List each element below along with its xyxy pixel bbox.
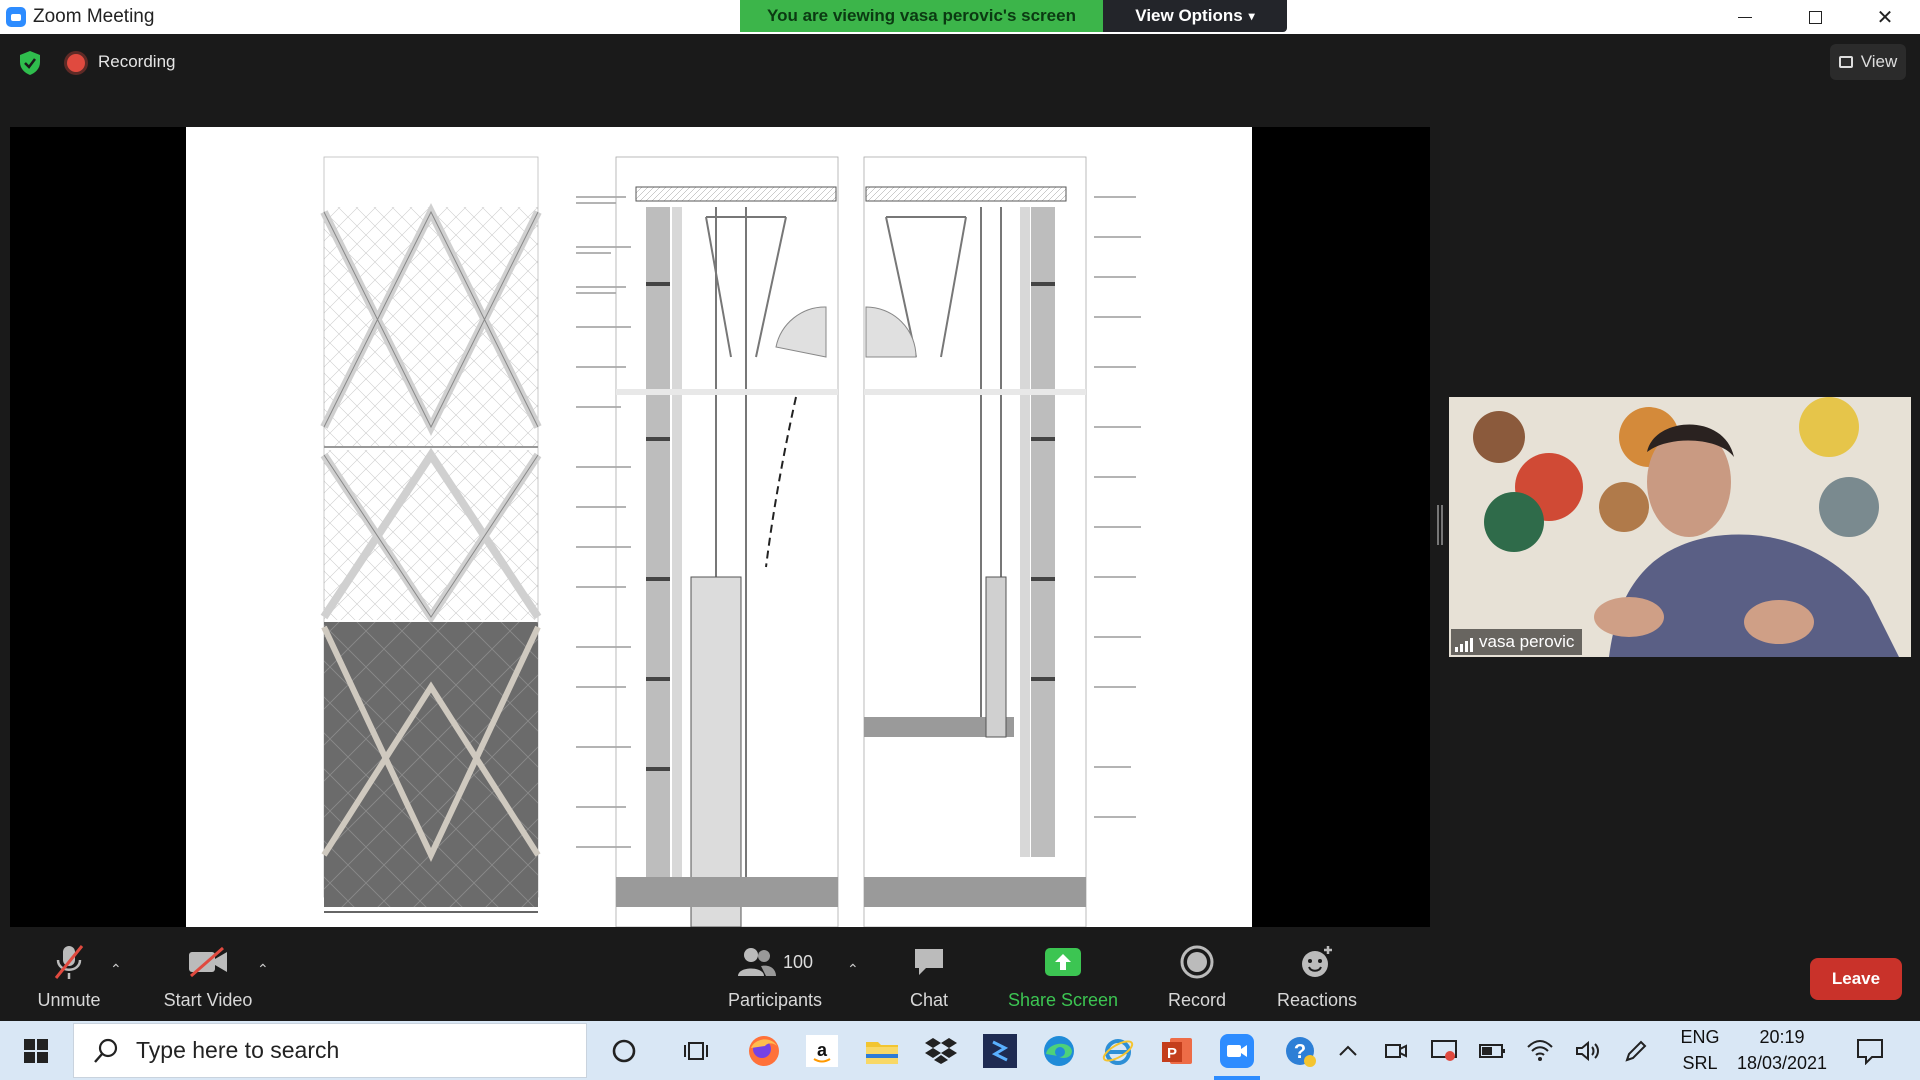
clock-date[interactable]: 18/03/2021 bbox=[1734, 1053, 1830, 1074]
keyboard-layout[interactable]: SRL bbox=[1678, 1053, 1722, 1074]
view-options-button[interactable]: View Options ▾ bbox=[1103, 0, 1287, 32]
unmute-label: Unmute bbox=[37, 990, 101, 1010]
clock-time[interactable]: 20:19 bbox=[1734, 1027, 1830, 1048]
participants-label: Participants bbox=[727, 990, 823, 1010]
share-screen-label: Share Screen bbox=[1007, 990, 1119, 1010]
view-options-label: View Options bbox=[1135, 6, 1243, 25]
cortana-icon[interactable] bbox=[604, 1031, 644, 1071]
minimize-icon bbox=[1738, 16, 1752, 18]
restore-icon bbox=[1808, 10, 1822, 24]
minimize-button[interactable] bbox=[1710, 0, 1780, 34]
grid-icon bbox=[1838, 56, 1853, 68]
task-view-icon[interactable] bbox=[676, 1031, 716, 1071]
app-icon[interactable] bbox=[980, 1031, 1020, 1071]
dropbox-icon[interactable] bbox=[921, 1031, 961, 1071]
meet-icon[interactable] bbox=[1376, 1031, 1416, 1071]
windows-start-icon[interactable] bbox=[14, 1035, 58, 1067]
participant-video[interactable]: vasa perovic bbox=[1449, 397, 1911, 657]
recording-icon bbox=[67, 54, 85, 72]
volume-icon[interactable] bbox=[1568, 1031, 1608, 1071]
window-title: Zoom Meeting bbox=[33, 6, 155, 27]
share-screen-button[interactable]: Share Screen bbox=[1005, 927, 1121, 1021]
chevron-down-icon: ▾ bbox=[1248, 9, 1255, 23]
svg-text:P: P bbox=[1167, 1045, 1177, 1062]
meeting-toolbar: Unmute ⌃ Start Video ⌃ 100 Participants … bbox=[0, 927, 1920, 1021]
windows-taskbar: Type here to search a P ? ENG SRL 20:19 … bbox=[0, 1021, 1920, 1080]
amazon-icon[interactable]: a bbox=[802, 1031, 842, 1071]
viewing-banner: You are viewing vasa perovic's screen bbox=[740, 0, 1103, 32]
window-controls: ✕ bbox=[1710, 0, 1920, 34]
view-label: View bbox=[1860, 52, 1898, 71]
firefox-icon[interactable] bbox=[744, 1031, 784, 1071]
record-button[interactable]: Record bbox=[1164, 927, 1230, 1021]
audio-options-caret[interactable]: ⌃ bbox=[110, 961, 122, 978]
shared-screen bbox=[10, 127, 1430, 927]
meeting-info-bar: Recording View bbox=[0, 34, 1920, 92]
internet-explorer-icon[interactable] bbox=[1098, 1031, 1138, 1071]
battery-icon[interactable] bbox=[1472, 1031, 1512, 1071]
reactions-icon bbox=[1295, 942, 1339, 982]
pen-icon[interactable] bbox=[1616, 1031, 1656, 1071]
search-icon bbox=[94, 1038, 118, 1063]
restore-button[interactable] bbox=[1780, 0, 1850, 34]
record-label: Record bbox=[1167, 990, 1227, 1010]
view-button[interactable]: View bbox=[1830, 44, 1906, 80]
reactions-label: Reactions bbox=[1276, 990, 1358, 1010]
chat-button[interactable]: Chat bbox=[899, 927, 959, 1021]
file-explorer-icon[interactable] bbox=[862, 1031, 902, 1071]
chat-icon bbox=[907, 942, 951, 982]
panel-splitter[interactable] bbox=[1437, 505, 1443, 545]
share-screen-icon bbox=[1041, 942, 1085, 982]
unmute-button[interactable]: Unmute bbox=[30, 927, 108, 1021]
close-button[interactable]: ✕ bbox=[1850, 0, 1920, 34]
recording-label: Recording bbox=[98, 52, 176, 71]
input-language[interactable]: ENG bbox=[1678, 1027, 1722, 1048]
participants-button[interactable]: 100 Participants bbox=[720, 927, 830, 1021]
shield-icon[interactable] bbox=[18, 50, 42, 76]
participants-icon-wrap: 100 bbox=[730, 942, 820, 982]
wifi-icon[interactable] bbox=[1520, 1031, 1560, 1071]
edge-icon[interactable] bbox=[1039, 1031, 1079, 1071]
powerpoint-icon[interactable]: P bbox=[1157, 1031, 1197, 1071]
participant-name: vasa perovic bbox=[1479, 632, 1575, 651]
help-icon[interactable]: ? bbox=[1280, 1031, 1320, 1071]
start-video-label: Start Video bbox=[163, 990, 253, 1010]
participants-icon bbox=[737, 948, 776, 976]
participants-options-caret[interactable]: ⌃ bbox=[847, 961, 859, 978]
video-options-caret[interactable]: ⌃ bbox=[257, 961, 269, 978]
architectural-drawing bbox=[186, 127, 1252, 927]
zoom-icon bbox=[6, 7, 26, 27]
record-icon bbox=[1175, 942, 1219, 982]
drawing-svg bbox=[320, 156, 1141, 927]
participant-name-tag: vasa perovic bbox=[1451, 629, 1583, 655]
video-off-icon bbox=[186, 942, 230, 982]
chat-label: Chat bbox=[909, 990, 949, 1010]
search-placeholder: Type here to search bbox=[136, 1037, 340, 1063]
active-app-indicator bbox=[1214, 1076, 1260, 1080]
close-icon: ✕ bbox=[1876, 6, 1894, 29]
signal-strength-icon bbox=[1455, 636, 1473, 652]
microphone-muted-icon bbox=[47, 942, 91, 982]
reactions-button[interactable]: Reactions bbox=[1276, 927, 1358, 1021]
zoom-taskbar-icon[interactable] bbox=[1217, 1031, 1257, 1071]
chevron-up-icon[interactable] bbox=[1328, 1031, 1368, 1071]
svg-text:a: a bbox=[817, 1040, 828, 1060]
video-frame bbox=[1449, 397, 1911, 657]
notification-icon[interactable] bbox=[1850, 1031, 1890, 1071]
taskbar-search-box[interactable]: Type here to search bbox=[73, 1023, 587, 1078]
start-video-button[interactable]: Start Video bbox=[158, 927, 258, 1021]
participant-count: 100 bbox=[782, 951, 814, 972]
leave-button[interactable]: Leave bbox=[1810, 958, 1902, 1000]
monitor-icon[interactable] bbox=[1424, 1031, 1464, 1071]
